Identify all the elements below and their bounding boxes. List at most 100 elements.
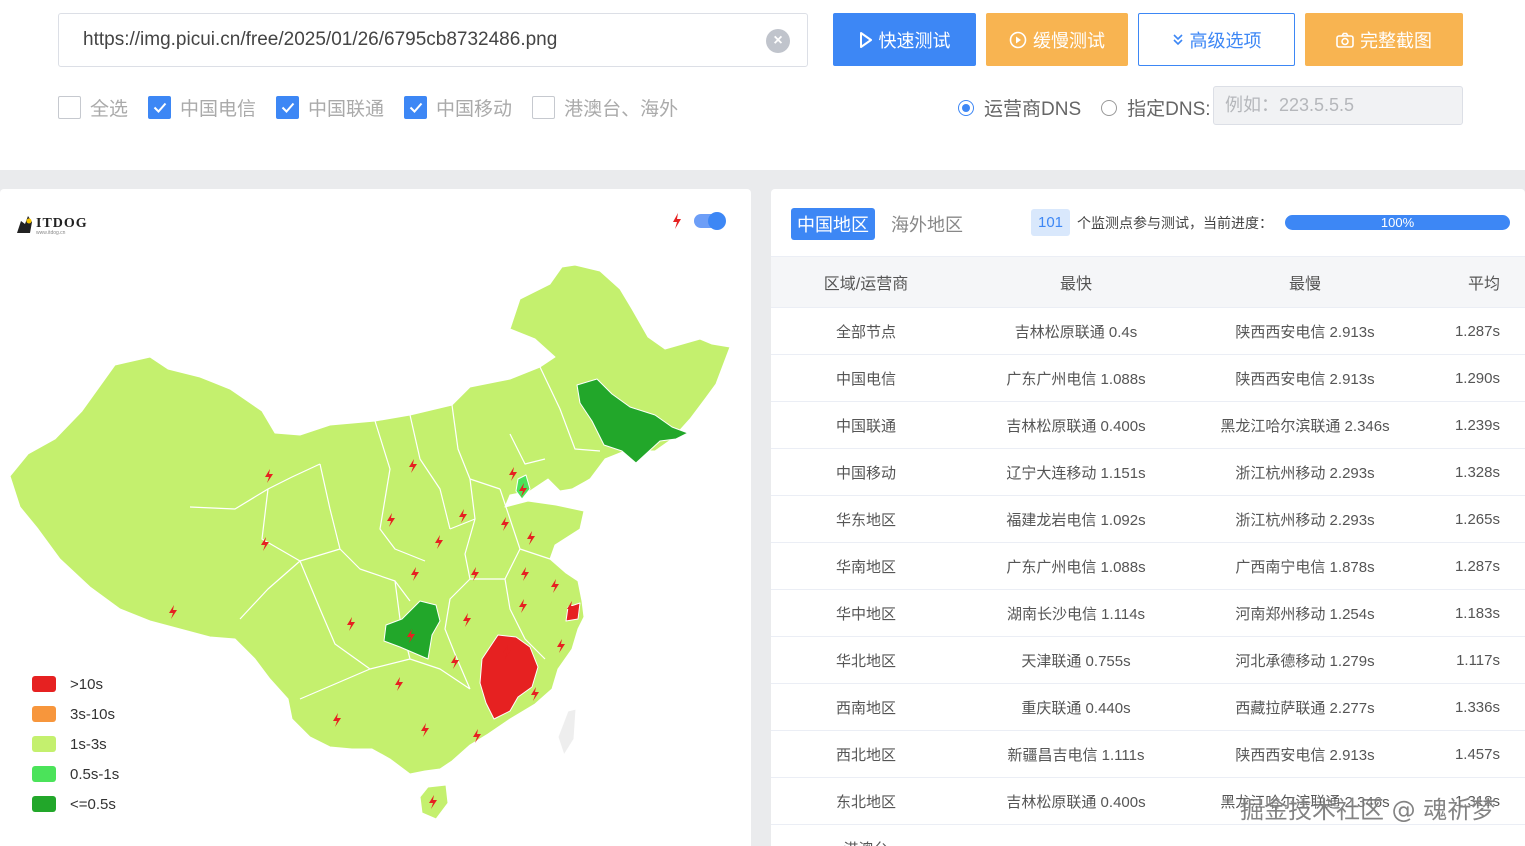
carrier-checkboxes: 全选 中国电信 中国联通 中国移动 港澳台、海外	[58, 94, 698, 121]
checkbox-label: 全选	[90, 99, 129, 120]
table-cell: 港澳台	[771, 824, 961, 846]
table-row[interactable]: 华南地区 广东广州电信 1.088s 广西南宁电信 1.878s 1.287s	[771, 542, 1525, 590]
table-cell: 浙江杭州移动 2.293s	[1191, 448, 1419, 496]
table-cell	[1419, 824, 1525, 846]
table-cell: 河南郑州移动 1.254s	[1191, 589, 1419, 637]
table-cell: 1.328s	[1419, 448, 1525, 496]
table-row[interactable]: 西南地区 重庆联通 0.440s 西藏拉萨联通 2.277s 1.336s	[771, 683, 1525, 731]
map-panel: ITDOG www.itdog.cn >10s 3s-10s 1s-3s 0.5…	[0, 189, 751, 846]
table-cell: 1.265s	[1419, 495, 1525, 543]
radio-dot[interactable]	[1101, 99, 1118, 116]
table-cell: 中国移动	[771, 448, 961, 496]
legend-item: <=0.5s	[32, 789, 119, 819]
full-screenshot-label: 完整截图	[1360, 30, 1432, 51]
legend-swatch	[32, 676, 56, 692]
table-cell: 天津联通 0.755s	[961, 636, 1191, 684]
radio-label: 运营商DNS	[984, 99, 1082, 120]
map-legend: >10s 3s-10s 1s-3s 0.5s-1s <=0.5s	[32, 669, 119, 819]
table-row[interactable]: 港澳台	[771, 824, 1525, 846]
table-cell: 1.117s	[1419, 636, 1525, 684]
table-row[interactable]: 华中地区 湖南长沙电信 1.114s 河南郑州移动 1.254s 1.183s	[771, 589, 1525, 637]
legend-label: 3s-10s	[70, 705, 116, 723]
region-tabs: 中国地区 海外地区	[791, 208, 979, 240]
table-cell: 陕西西安电信 2.913s	[1191, 354, 1419, 402]
table-cell: 东北地区	[771, 777, 961, 825]
table-cell: 1.457s	[1419, 730, 1525, 778]
checkbox-unicom[interactable]: 中国联通	[276, 94, 384, 121]
dns-options: 运营商DNS 指定DNS:	[958, 94, 1231, 121]
table-cell: 吉林松原联通 0.400s	[961, 401, 1191, 449]
advanced-options-button[interactable]: 高级选项	[1138, 13, 1295, 66]
checkbox-box[interactable]	[276, 96, 300, 119]
checkbox-box[interactable]	[532, 96, 556, 119]
column-header[interactable]: 区域/运营商	[771, 256, 961, 308]
checkbox-select-all[interactable]: 全选	[58, 94, 128, 121]
table-cell: 吉林松原联通 0.4s	[961, 307, 1191, 355]
tab-china[interactable]: 中国地区	[791, 208, 875, 240]
radio-label: 指定DNS:	[1127, 99, 1211, 120]
radio-dot[interactable]	[958, 99, 974, 116]
map-region-taiwan	[557, 708, 577, 756]
results-panel: 中国地区 海外地区 101 个监测点参与测试，当前进度： 100% 区域/运营商…	[771, 189, 1525, 846]
table-row[interactable]: 全部节点 吉林松原联通 0.4s 陕西西安电信 2.913s 1.287s	[771, 307, 1525, 355]
results-table: 区域/运营商 最快 最慢 平均 全部节点 吉林松原联通 0.4s 陕西西安电信 2.…	[771, 256, 1525, 846]
url-field[interactable]: ×	[58, 13, 808, 67]
table-row[interactable]: 中国联通 吉林松原联通 0.400s 黑龙江哈尔滨联通 2.346s 1.239s	[771, 401, 1525, 449]
table-row[interactable]: 华东地区 福建龙岩电信 1.092s 浙江杭州移动 2.293s 1.265s	[771, 495, 1525, 543]
progress-label: 个监测点参与测试，当前进度：	[1077, 214, 1274, 231]
table-cell: 广西南宁电信 1.878s	[1191, 542, 1419, 590]
table-cell: 新疆昌吉电信 1.111s	[961, 730, 1191, 778]
full-screenshot-button[interactable]: 完整截图	[1305, 13, 1463, 66]
node-count-badge: 101	[1031, 209, 1071, 236]
table-row[interactable]: 西北地区 新疆昌吉电信 1.111s 陕西西安电信 2.913s 1.457s	[771, 730, 1525, 778]
checkbox-box[interactable]	[148, 96, 172, 119]
toolbar: × 快速测试 缓慢测试 高级选项 完整截图 全选 中国电信 中国联通 中国移动 …	[0, 0, 1525, 170]
table-cell: 浙江杭州移动 2.293s	[1191, 495, 1419, 543]
table-cell: 河北承德移动 1.279s	[1191, 636, 1419, 684]
checkbox-box[interactable]	[404, 96, 428, 119]
radio-carrier-dns[interactable]: 运营商DNS	[958, 94, 1081, 121]
legend-item: 3s-10s	[32, 699, 119, 729]
quick-test-button[interactable]: 快速测试	[833, 13, 976, 66]
camera-icon	[1336, 32, 1354, 48]
checkbox-overseas[interactable]: 港澳台、海外	[532, 94, 678, 121]
column-header[interactable]: 最慢	[1191, 256, 1419, 308]
table-row[interactable]: 华北地区 天津联通 0.755s 河北承德移动 1.279s 1.117s	[771, 636, 1525, 684]
close-circle-icon[interactable]: ×	[766, 29, 790, 53]
table-row[interactable]: 中国电信 广东广州电信 1.088s 陕西西安电信 2.913s 1.290s	[771, 354, 1525, 402]
url-input[interactable]	[59, 14, 749, 66]
table-cell: 全部节点	[771, 307, 961, 355]
chevron-down-double-icon	[1172, 33, 1183, 45]
slow-test-button[interactable]: 缓慢测试	[986, 13, 1128, 66]
table-cell: 华东地区	[771, 495, 961, 543]
tab-overseas[interactable]: 海外地区	[885, 208, 969, 240]
table-cell: 西北地区	[771, 730, 961, 778]
custom-dns-field[interactable]	[1213, 86, 1463, 125]
radio-custom-dns[interactable]: 指定DNS:	[1101, 94, 1211, 121]
advanced-options-label: 高级选项	[1189, 30, 1262, 51]
progress-bar: 100%	[1285, 215, 1511, 230]
table-cell: 1.183s	[1419, 589, 1525, 637]
table-cell: 中国联通	[771, 401, 961, 449]
table-cell: 广东广州电信 1.088s	[961, 542, 1191, 590]
checkbox-mobile[interactable]: 中国移动	[404, 94, 512, 121]
table-cell: 1.287s	[1419, 542, 1525, 590]
table-cell: 重庆联通 0.440s	[961, 683, 1191, 731]
table-cell: 陕西西安电信 2.913s	[1191, 307, 1419, 355]
checkbox-label: 中国联通	[308, 99, 385, 120]
legend-swatch	[32, 766, 56, 782]
legend-label: >10s	[70, 675, 103, 693]
column-header[interactable]: 平均	[1419, 256, 1525, 308]
checkbox-telecom[interactable]: 中国电信	[148, 94, 256, 121]
table-row[interactable]: 中国移动 辽宁大连移动 1.151s 浙江杭州移动 2.293s 1.328s	[771, 448, 1525, 496]
legend-label: 1s-3s	[70, 735, 107, 753]
custom-dns-input[interactable]	[1214, 87, 1462, 124]
legend-swatch	[32, 736, 56, 752]
table-cell: 湖南长沙电信 1.114s	[961, 589, 1191, 637]
table-header-row: 区域/运营商 最快 最慢 平均	[771, 256, 1525, 308]
table-cell: 中国电信	[771, 354, 961, 402]
quick-test-label: 快速测试	[878, 30, 951, 51]
column-header[interactable]: 最快	[961, 256, 1191, 308]
checkbox-box[interactable]	[58, 96, 81, 119]
checkbox-label: 中国电信	[180, 99, 257, 120]
